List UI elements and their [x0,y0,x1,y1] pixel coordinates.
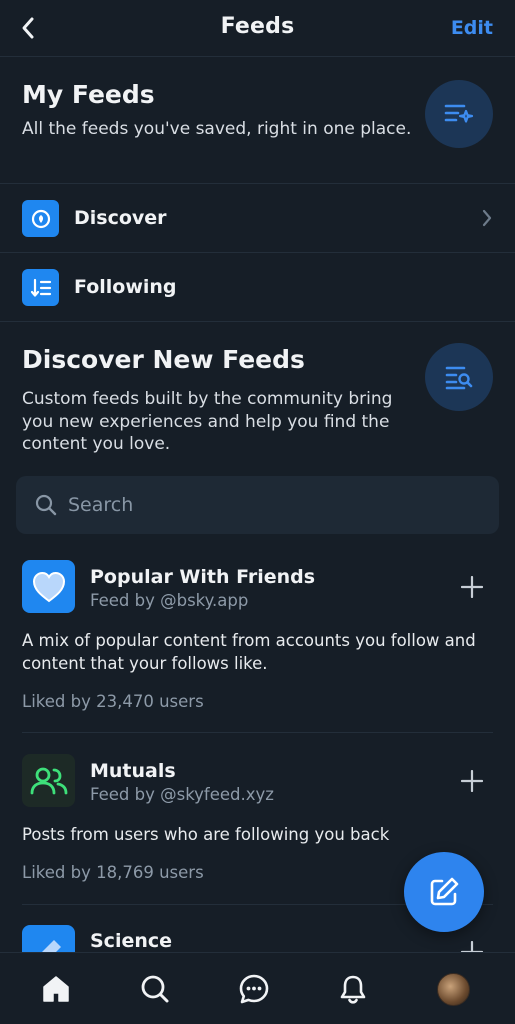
search-icon [35,494,57,516]
feed-name: Mutuals [90,760,176,782]
tab-home[interactable] [38,971,74,1007]
plus-icon [461,941,483,952]
search-input[interactable] [68,476,488,534]
tab-search[interactable] [137,971,173,1007]
feed-description: Posts from users who are following you b… [22,825,390,844]
chat-icon [239,974,269,1004]
chevron-right-icon [482,209,492,227]
search-feeds-icon [445,366,473,390]
edit-button[interactable]: Edit [451,17,493,39]
feed-row-discover[interactable]: Discover [0,183,515,252]
compose-button[interactable] [404,852,484,932]
feed-likes: Liked by 23,470 users [22,692,204,711]
plus-icon [461,770,483,792]
feed-name: Science [90,930,173,952]
discover-icon [22,200,59,237]
bottom-tab-bar [0,952,515,1024]
discover-label: Discover [74,207,167,229]
profile-avatar [436,972,470,1006]
feed-row-following[interactable]: Following [0,252,515,321]
heart-icon [22,560,75,613]
feed-author: Feed by @bsky.app [90,591,249,610]
page-title: Feeds [220,14,295,39]
feed-divider [22,732,493,733]
feed-author: Feed by @skyfeed.xyz [90,785,274,804]
tab-notifications[interactable] [335,971,371,1007]
discover-description: Custom feeds built by the community brin… [22,389,393,454]
tab-profile[interactable] [435,971,471,1007]
discover-badge [425,343,493,411]
my-feeds-title: My Feeds [22,80,155,109]
search-icon [141,975,169,1003]
my-feeds-badge [425,80,493,148]
plus-icon [461,576,483,598]
compose-icon [430,877,459,906]
users-icon [22,754,75,807]
tab-messages[interactable] [236,971,272,1007]
search-box[interactable] [16,476,499,534]
flask-icon [22,925,75,952]
section-divider [0,321,515,322]
feed-description: A mix of popular content from accounts y… [22,631,476,673]
following-icon [22,269,59,306]
my-feeds-description: All the feeds you've saved, right in one… [22,119,412,139]
bell-icon [340,975,366,1004]
add-feed-button[interactable] [457,766,487,796]
discover-title: Discover New Feeds [22,345,305,374]
add-feed-button[interactable] [457,572,487,602]
top-bar: Feeds Edit [0,0,515,57]
add-feed-button[interactable] [457,937,487,952]
saved-feeds-icon [444,104,474,123]
feed-name: Popular With Friends [90,566,316,588]
home-icon [43,976,69,1002]
feed-likes: Liked by 18,769 users [22,863,204,882]
following-label: Following [74,276,177,298]
